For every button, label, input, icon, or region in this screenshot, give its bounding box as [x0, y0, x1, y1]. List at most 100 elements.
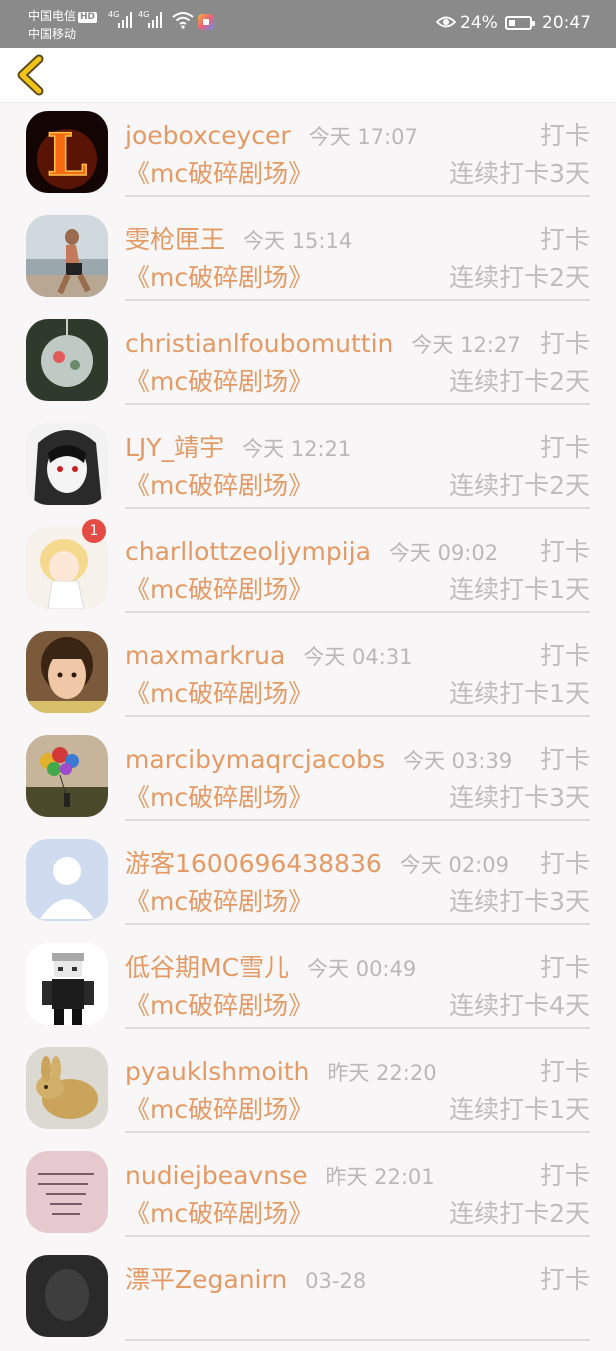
streak-count: 连续打卡1天 [449, 1095, 590, 1124]
chevron-left-icon[interactable] [14, 54, 48, 96]
list-item[interactable]: christianlfoubomuttin 今天 12:27 打卡 《mc破碎剧场》 连… [0, 311, 616, 415]
topic-link[interactable]: 《mc破碎剧场》 [125, 1093, 313, 1127]
username[interactable]: 低谷期MC雪儿 [125, 953, 289, 982]
divider [125, 195, 590, 197]
avatar-image [26, 1047, 108, 1129]
divider [125, 1235, 590, 1237]
streak-count: 连续打卡2天 [449, 1199, 590, 1228]
wifi-icon [172, 12, 194, 29]
topic-link[interactable]: 《mc破碎剧场》 [125, 469, 313, 503]
avatar[interactable] [26, 215, 108, 297]
username[interactable]: marcibymaqrcjacobs [125, 745, 385, 774]
checkin-label: 打卡 [539, 849, 590, 878]
username[interactable]: 雯枪匣王 [125, 225, 225, 254]
username[interactable]: LJY_靖宇 [125, 433, 224, 462]
avatar[interactable] [26, 423, 108, 505]
topic-link[interactable]: 《mc破碎剧场》 [125, 781, 313, 815]
avatar[interactable] [26, 631, 108, 713]
network-type-1: 4G [108, 10, 120, 19]
checkin-label: 打卡 [539, 225, 590, 254]
avatar[interactable] [26, 1047, 108, 1129]
streak-count: 连续打卡3天 [449, 783, 590, 812]
username[interactable]: charllottzeoljympija [125, 537, 371, 566]
topic-link[interactable]: 《mc破碎剧场》 [125, 365, 313, 399]
topic-link[interactable]: 《mc破碎剧场》 [125, 157, 313, 191]
checkin-label: 打卡 [539, 745, 590, 774]
list-item[interactable]: marcibymaqrcjacobs 今天 03:39 打卡《mc破碎剧场》 连续打卡… [0, 727, 616, 831]
list-item[interactable]: L L joeboxceycer 今天 17:07 打卡《mc破碎剧场》 连续打卡3天 [0, 103, 616, 207]
list-item[interactable]: 1 charllottzeoljympija 今天 09:02 打卡 《mc破碎剧场》 连… [0, 519, 616, 623]
avatar[interactable] [26, 943, 108, 1025]
app-notification-icon [198, 14, 214, 30]
carrier-info: 中国电信 HD 中国移动 [28, 7, 98, 43]
carrier-1: 中国电信 [28, 9, 77, 23]
list-item[interactable]: LJY_靖宇 今天 12:21 打卡 《mc破碎剧场》 连续打卡2天 [0, 415, 616, 519]
topic-link[interactable]: 《mc破碎剧场》 [125, 261, 313, 295]
carrier-2: 中国移动 [28, 27, 77, 41]
topic-link[interactable]: 《mc破碎剧场》 [125, 677, 313, 711]
checkin-label: 打卡 [539, 121, 590, 150]
eye-comfort-icon [436, 16, 456, 28]
avatar-image [26, 631, 108, 713]
username[interactable]: pyauklshmoith [125, 1057, 309, 1086]
checkin-time: 今天 17:07 [308, 125, 418, 149]
signal-icon-1: 4G [108, 10, 132, 28]
avatar[interactable] [26, 735, 108, 817]
username[interactable]: christianlfoubomuttin [125, 329, 393, 358]
topic-link[interactable]: 《mc破碎剧场》 [125, 1197, 313, 1231]
list-item[interactable]: 低谷期MC雪儿 今天 00:49 打卡 《mc破碎剧场》 连续打卡4天 [0, 935, 616, 1039]
divider [125, 507, 590, 509]
divider [125, 611, 590, 613]
checkin-label: 打卡 [539, 433, 590, 462]
streak-count: 连续打卡4天 [449, 991, 590, 1020]
list-item[interactable]: 漂平Zeganirn 03-28 打卡 [0, 1247, 616, 1351]
avatar[interactable] [26, 1255, 108, 1337]
list-item[interactable]: 游客1600696438836 今天 02:09 打卡《mc破碎剧场》 连续打卡3天 [0, 831, 616, 935]
checkin-list: L Ljoeboxceycer 今天 17:07 打卡 《mc破碎剧场》 连续打卡3天 雯枪… [0, 103, 616, 1351]
divider [125, 1339, 590, 1341]
hd-badge: HD [78, 12, 98, 23]
checkin-label: 打卡 [539, 1265, 590, 1294]
streak-count: 连续打卡1天 [449, 575, 590, 604]
avatar-image [26, 215, 108, 297]
divider [125, 923, 590, 925]
checkin-time: 昨天 22:20 [327, 1061, 437, 1085]
checkin-time: 今天 03:39 [402, 749, 513, 773]
username[interactable]: maxmarkrua [125, 641, 285, 670]
streak-count: 连续打卡3天 [449, 159, 590, 188]
divider [125, 715, 590, 717]
checkin-label: 打卡 [539, 1057, 590, 1086]
streak-count: 连续打卡2天 [449, 367, 590, 396]
topic-link[interactable]: 《mc破碎剧场》 [125, 989, 313, 1023]
battery-icon [505, 16, 535, 30]
username[interactable]: joeboxceycer [125, 121, 291, 150]
streak-count: 连续打卡3天 [449, 887, 590, 916]
topic-link[interactable]: 《mc破碎剧场》 [125, 885, 313, 919]
username[interactable]: 游客1600696438836 [125, 849, 382, 878]
avatar[interactable]: LL [26, 111, 108, 193]
avatar-image [26, 319, 108, 401]
divider [125, 1131, 590, 1133]
divider [125, 299, 590, 301]
list-item[interactable]: nudiejbeavnse 昨天 22:01 打卡《mc破碎剧场》 连续打卡2天 [0, 1143, 616, 1247]
divider [125, 1027, 590, 1029]
avatar[interactable] [26, 839, 108, 921]
username[interactable]: nudiejbeavnse [125, 1161, 307, 1190]
list-item[interactable]: pyauklshmoith 昨天 22:20 打卡《mc破碎剧场》 连续打卡1天 [0, 1039, 616, 1143]
avatar-image [26, 943, 108, 1025]
checkin-time: 昨天 22:01 [325, 1165, 435, 1189]
avatar[interactable] [26, 1151, 108, 1233]
list-item[interactable]: 雯枪匣王 今天 15:14 打卡 《mc破碎剧场》 连续打卡2天 [0, 207, 616, 311]
checkin-time: 03-28 [305, 1269, 367, 1293]
checkin-time: 今天 12:27 [411, 333, 521, 357]
checkin-label: 打卡 [539, 1161, 590, 1190]
divider [125, 403, 590, 405]
topic-link[interactable]: 《mc破碎剧场》 [125, 573, 313, 607]
avatar[interactable] [26, 319, 108, 401]
avatar-image [26, 839, 108, 921]
battery-percent: 24% [460, 13, 498, 33]
list-item[interactable]: maxmarkrua 今天 04:31 打卡 《mc破碎剧场》 连续打卡1天 [0, 623, 616, 727]
avatar-image [26, 423, 108, 505]
checkin-time: 今天 02:09 [399, 853, 509, 877]
checkin-time: 今天 15:14 [243, 229, 353, 253]
